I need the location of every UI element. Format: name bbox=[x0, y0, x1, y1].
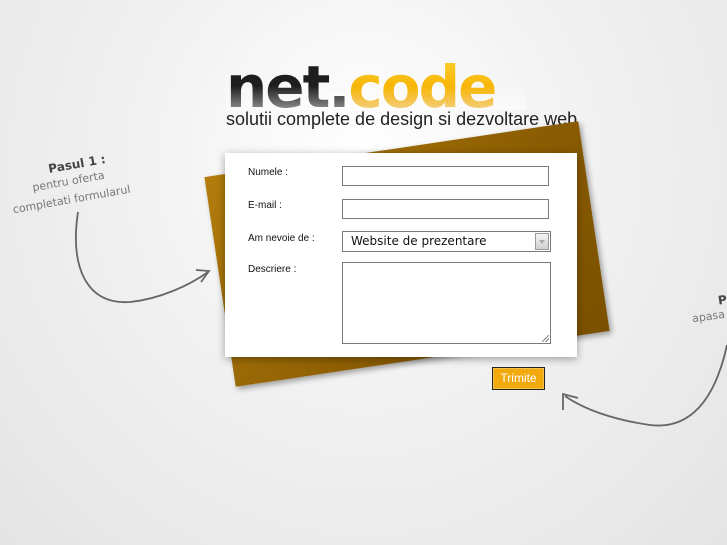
left-arrow bbox=[75, 211, 209, 303]
need-select[interactable]: Website de prezentare bbox=[342, 231, 551, 252]
name-field[interactable] bbox=[342, 166, 549, 186]
right-arrow bbox=[564, 344, 727, 427]
submit-button[interactable]: Trimite bbox=[492, 367, 545, 390]
step2-title: P bbox=[717, 292, 727, 308]
contact-form: Numele : E-mail : Am nevoie de : Website… bbox=[225, 153, 577, 357]
need-select-value: Website de prezentare bbox=[351, 234, 487, 248]
chevron-down-icon[interactable] bbox=[535, 233, 549, 250]
name-label: Numele : bbox=[248, 167, 289, 178]
description-textarea[interactable] bbox=[342, 262, 551, 344]
description-label: Descriere : bbox=[248, 264, 297, 275]
need-label: Am nevoie de : bbox=[248, 233, 315, 244]
resize-grip-icon[interactable] bbox=[542, 335, 549, 342]
email-label: E-mail : bbox=[248, 200, 282, 211]
email-field[interactable] bbox=[342, 199, 549, 219]
